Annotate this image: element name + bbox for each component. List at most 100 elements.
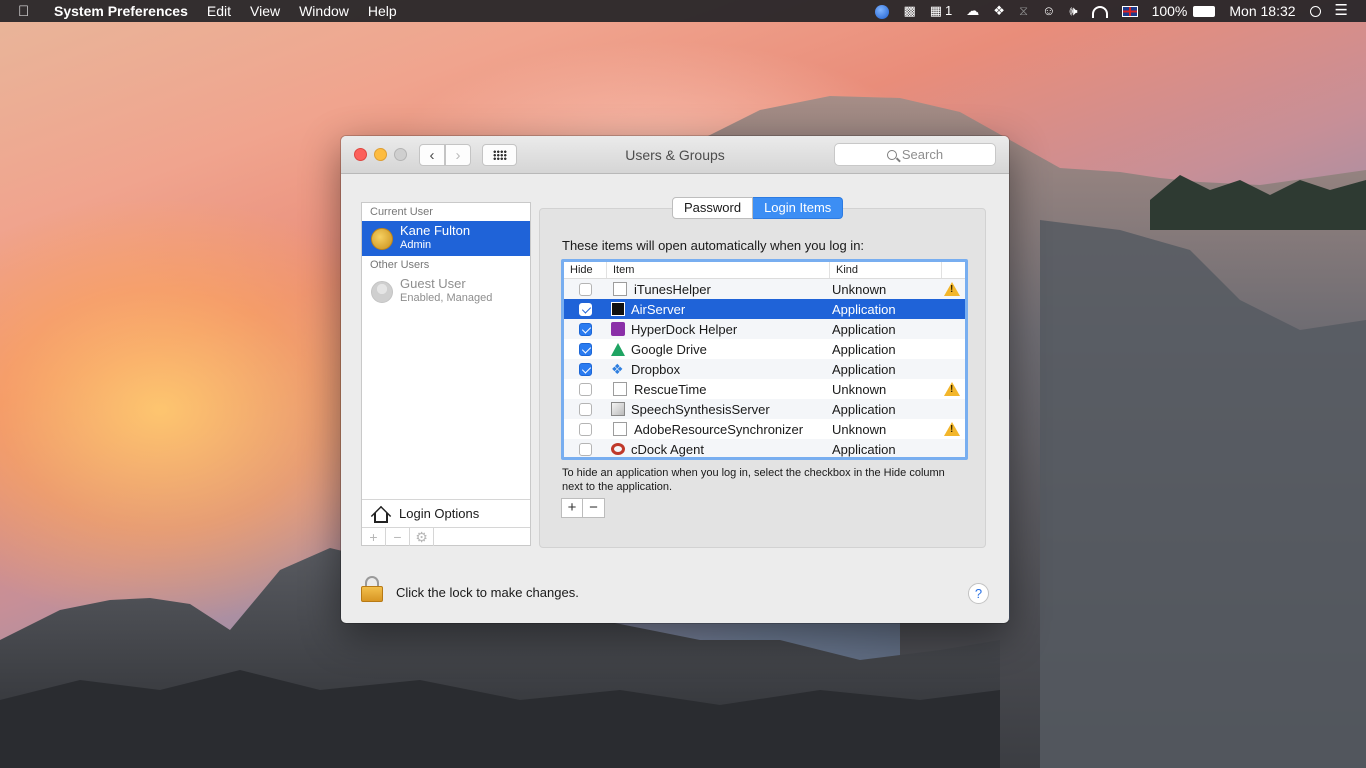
add-user-button[interactable]: + [362,528,386,546]
accessibility-icon[interactable]: ☺ [1042,0,1055,22]
remove-login-item-button[interactable]: − [583,498,605,518]
menu-bar:  System Preferences Edit View Window He… [0,0,1366,22]
item-kind: Unknown [832,281,887,297]
volume-icon[interactable]: 🕪 [1069,0,1077,22]
tab-login-items[interactable]: Login Items [753,197,844,219]
table-row[interactable]: SpeechSynthesisServer Application [564,399,965,419]
item-name: SpeechSynthesisServer [631,401,770,417]
remove-user-button[interactable]: − [386,528,410,546]
hide-checkbox[interactable] [579,342,592,356]
item-kind: Application [832,301,896,317]
user-row-current[interactable]: Kane Fulton Admin [362,221,530,256]
globe-icon[interactable] [875,4,890,19]
table-row[interactable]: AdobeResourceSynchronizer Unknown [564,419,965,439]
lock-icon[interactable] [361,576,383,604]
search-icon [886,149,897,160]
column-hide[interactable]: Hide [564,262,607,278]
hide-checkbox[interactable] [579,402,592,416]
item-kind: Application [832,321,896,337]
cdock-icon [611,443,625,455]
column-kind[interactable]: Kind [830,262,942,278]
lock-text: Click the lock to make changes. [396,585,579,600]
battery-icon[interactable] [1193,5,1216,17]
user-list: Current User Kane Fulton Admin Other Use… [361,202,531,546]
menu-window[interactable]: Window [299,3,349,19]
hide-checkbox[interactable] [579,382,592,396]
hyperdock-icon [611,322,625,336]
item-name: cDock Agent [631,441,704,457]
user-list-toolbar: + − ⚙ [362,527,530,546]
warning-icon [944,382,960,396]
dropbox-icon[interactable]: ❖ [993,0,1005,22]
hide-checkbox[interactable] [579,302,592,316]
hide-checkbox[interactable] [579,322,592,336]
user-role: Admin [400,239,432,251]
adobe-icon[interactable]: ▦ 1 [930,0,953,22]
add-login-item-button[interactable]: + [561,498,583,518]
table-row[interactable]: Google Drive Application [564,339,965,359]
speech-icon [611,402,625,416]
dropbox-icon: ❖ [611,361,624,377]
bluetooth-icon[interactable]: ⧖ [1019,0,1028,22]
table-row[interactable]: ❖ Dropbox Application [564,359,965,379]
table-row[interactable]: AirServer Application [564,299,965,319]
hide-checkbox[interactable] [579,422,592,436]
wifi-icon[interactable] [1091,6,1108,18]
search-placeholder: Search [901,147,944,162]
item-kind: Application [832,401,896,417]
user-row-guest[interactable]: Guest User Enabled, Managed [362,274,530,309]
item-name: iTunesHelper [634,281,711,297]
menu-view[interactable]: View [250,3,280,19]
uk-flag-icon[interactable] [1121,5,1138,17]
column-item[interactable]: Item [607,262,830,278]
menu-app-name[interactable]: System Preferences [54,3,188,19]
google-drive-icon [611,342,625,356]
help-button[interactable]: ? [968,583,989,604]
warning-icon [944,422,960,436]
warning-icon [944,282,960,296]
item-name: RescueTime [634,381,707,397]
item-name: Dropbox [631,361,681,377]
table-row[interactable]: iTunesHelper Unknown [564,279,965,299]
menubar-clock[interactable]: Mon 18:32 [1229,3,1295,19]
table-header: Hide Item Kind [564,262,965,279]
tab-password[interactable]: Password [672,197,754,219]
item-kind: Unknown [832,421,887,437]
evernote-icon[interactable]: ▩ [903,0,915,22]
table-row[interactable]: HyperDock Helper Application [564,319,965,339]
user-name: Guest User [400,276,466,291]
table-row[interactable]: cDock Agent Application [564,439,965,457]
apple-menu-icon[interactable]:  [18,3,40,20]
item-kind: Unknown [832,381,887,397]
house-icon [370,503,392,526]
users-groups-window: ‹ › Users & Groups Search Current User K… [341,136,1009,623]
login-items-intro: These items will open automatically when… [562,238,865,253]
login-items-toolbar: + − [561,498,605,518]
title-bar[interactable]: ‹ › Users & Groups Search [341,136,1009,174]
user-name: Kane Fulton [400,223,471,238]
table-row[interactable]: RescueTime Unknown [564,379,965,399]
search-field[interactable]: Search [834,143,996,166]
table-body: iTunesHelper Unknown AirServer Applicati… [564,279,965,457]
menu-edit[interactable]: Edit [207,3,231,19]
status-area: ▩ ▦ 1 ☁ ❖ ⧖ ☺ 🕪 100% Mon 18:32 ☰ [875,0,1348,22]
notification-center-icon[interactable]: ☰ [1335,0,1348,22]
document-icon [613,282,627,296]
adobe-notification-count: 1 [945,3,953,18]
hide-checkbox[interactable] [579,362,592,376]
battery-percent: 100% [1151,3,1188,19]
spotlight-icon[interactable] [1309,5,1321,17]
creative-cloud-icon[interactable]: ☁ [966,0,979,22]
hide-checkbox[interactable] [579,282,592,296]
gear-icon[interactable]: ⚙ [410,528,434,546]
item-kind: Application [832,441,896,457]
menu-help[interactable]: Help [368,3,397,19]
login-options-item[interactable]: Login Options [362,499,530,527]
item-name: AirServer [631,301,686,317]
item-name: Google Drive [631,341,707,357]
avatar [371,281,393,303]
login-options-label: Login Options [399,506,480,521]
hide-checkbox[interactable] [579,442,592,456]
current-user-header: Current User [370,206,433,218]
hide-help-text: To hide an application when you log in, … [562,467,945,493]
